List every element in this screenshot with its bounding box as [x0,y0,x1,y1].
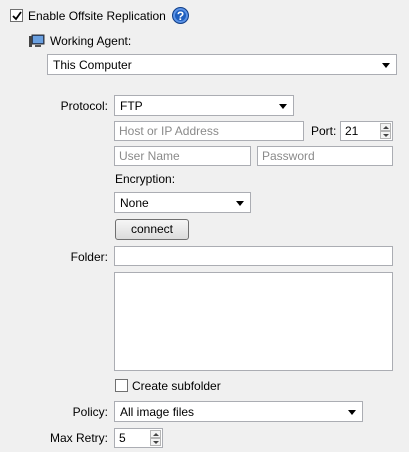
host-input[interactable]: Host or IP Address [114,121,304,141]
host-placeholder: Host or IP Address [119,124,219,138]
spin-down-icon[interactable] [380,131,391,139]
protocol-value: FTP [120,99,143,113]
create-subfolder-label: Create subfolder [132,379,221,393]
working-agent-value: This Computer [53,58,132,72]
protocol-label: Protocol: [60,99,108,113]
folder-input[interactable] [114,246,393,266]
port-label: Port: [311,124,337,138]
policy-value: All image files [120,405,195,419]
policy-label: Policy: [72,405,108,419]
encryption-value: None [120,196,149,210]
password-placeholder: Password [262,149,315,163]
port-value: 21 [345,124,359,138]
chevron-down-icon [279,104,287,109]
enable-replication-label: Enable Offsite Replication [28,9,166,23]
folder-list-area[interactable] [114,272,393,371]
spin-up-icon[interactable] [380,123,391,131]
folder-label: Folder: [70,250,108,264]
policy-select[interactable]: All image files [114,401,363,422]
protocol-select[interactable]: FTP [114,95,294,116]
checkmark-icon [11,10,22,20]
encryption-label: Encryption: [115,172,176,186]
encryption-select[interactable]: None [114,192,251,213]
spin-up-icon[interactable] [150,430,161,438]
computer-icon [29,34,45,48]
max-retry-label: Max Retry: [49,431,108,445]
port-spin-buttons[interactable] [380,123,391,139]
max-retry-value: 5 [119,431,126,445]
connect-button[interactable]: connect [115,219,189,240]
working-agent-label: Working Agent: [50,34,132,48]
username-input[interactable]: User Name [114,146,251,166]
max-retry-spin-buttons[interactable] [150,430,161,446]
spin-down-icon[interactable] [150,438,161,446]
enable-replication-checkbox[interactable] [10,9,23,22]
help-icon[interactable]: ? [172,7,189,24]
max-retry-stepper[interactable]: 5 [114,428,163,448]
password-input[interactable]: Password [257,146,393,166]
chevron-down-icon [236,201,244,206]
create-subfolder-checkbox[interactable] [115,379,128,392]
chevron-down-icon [382,63,390,68]
help-glyph: ? [176,8,185,23]
port-stepper[interactable]: 21 [340,121,393,141]
chevron-down-icon [348,410,356,415]
username-placeholder: User Name [119,149,180,163]
working-agent-select[interactable]: This Computer [47,54,397,75]
